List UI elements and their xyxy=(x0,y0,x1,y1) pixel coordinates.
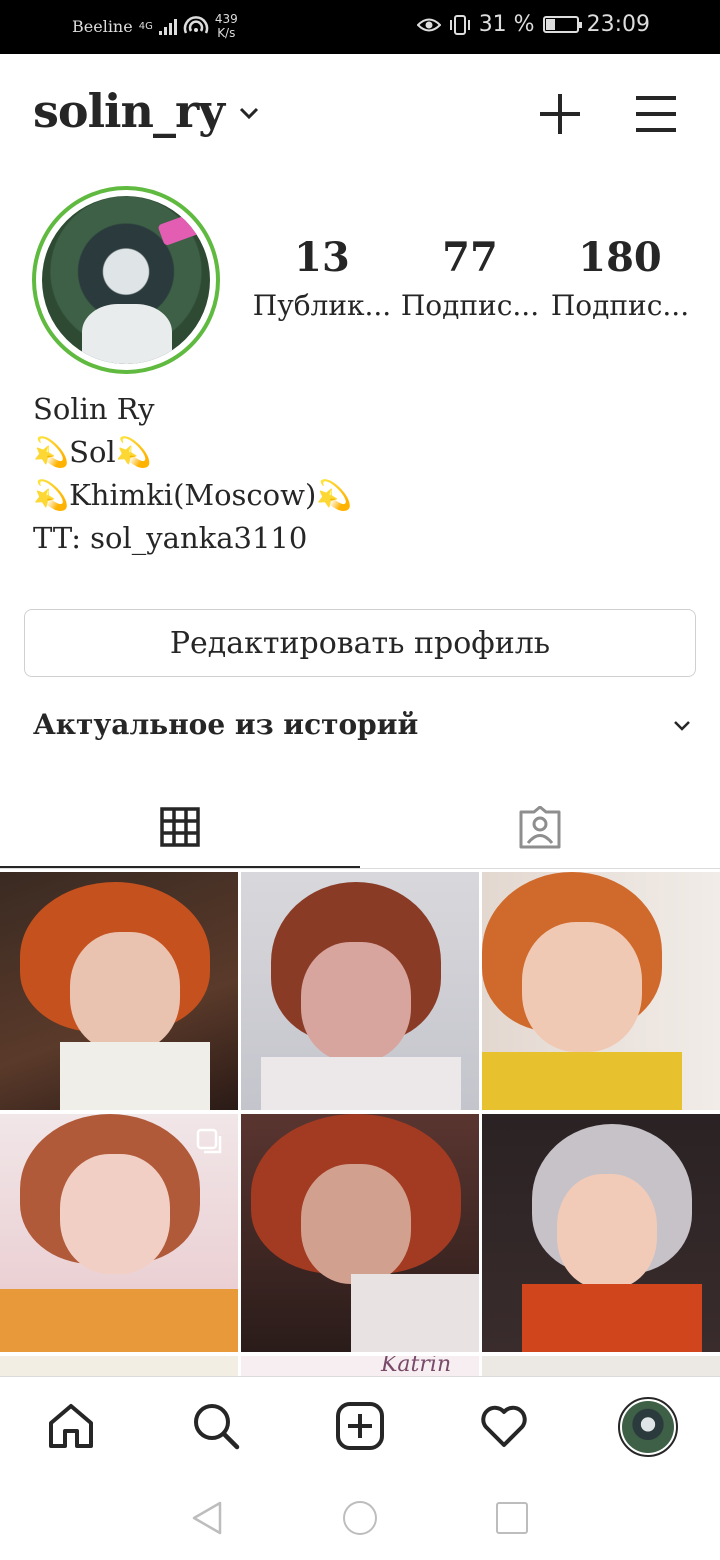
new-post-plus-icon[interactable] xyxy=(538,92,582,136)
battery-level-fill xyxy=(545,19,555,30)
menu-hamburger-icon[interactable] xyxy=(634,94,678,134)
post-collar xyxy=(522,1284,702,1352)
post-thumbnail[interactable] xyxy=(482,1356,720,1376)
status-left: Beeline 4G 439 K/s xyxy=(72,12,238,40)
network-type: 4G xyxy=(138,20,153,32)
profile-tab-avatar[interactable] xyxy=(618,1397,678,1457)
avatar-bow xyxy=(157,211,203,247)
post-collar xyxy=(351,1274,479,1352)
bio-line: 💫Sol💫 xyxy=(33,435,152,469)
post-face xyxy=(301,942,411,1062)
vibrate-icon xyxy=(449,14,470,35)
display-name: Solin Ry xyxy=(33,392,155,426)
post-face xyxy=(522,922,642,1052)
posts-grid: Katrin xyxy=(0,872,720,1376)
edit-profile-button[interactable]: Редактировать профиль xyxy=(24,609,696,677)
profile-header: solin_ry xyxy=(0,54,720,172)
post-face xyxy=(301,1164,411,1284)
post-thumbnail[interactable]: Katrin xyxy=(241,1356,479,1376)
back-triangle-icon[interactable] xyxy=(190,1500,224,1536)
tab-tagged[interactable] xyxy=(360,788,720,868)
avatar-hood xyxy=(82,304,172,364)
posts-count[interactable]: 13 Публик... xyxy=(252,232,392,328)
speed-value: 439 xyxy=(214,12,238,26)
story-highlights-toggle[interactable]: Актуальное из историй xyxy=(33,708,693,752)
highlights-title: Актуальное из историй xyxy=(33,708,419,741)
carrier-name: Beeline xyxy=(72,16,133,36)
network-speed: 439 K/s xyxy=(215,12,238,40)
signal-icon xyxy=(158,17,177,35)
eye-icon xyxy=(416,18,441,31)
post-thumbnail[interactable] xyxy=(0,1114,238,1352)
username-switcher[interactable]: solin_ry xyxy=(33,84,225,138)
tab-posts-grid[interactable] xyxy=(0,788,360,868)
wifi-hotspot-icon xyxy=(183,16,209,34)
bio-line: TT: sol_yanka3110 xyxy=(33,521,308,555)
avatar xyxy=(42,196,210,364)
followers-count[interactable]: 77 Подпис... xyxy=(400,232,540,328)
post-thumbnail[interactable] xyxy=(482,1114,720,1352)
grid-icon xyxy=(160,807,200,847)
bio-line: 💫Khimki(Moscow)💫 xyxy=(33,478,353,512)
status-bar: Beeline 4G 439 K/s 31 % 23:09 xyxy=(0,0,720,54)
posts-label: Публик... xyxy=(252,289,392,322)
battery-percent: 31 % xyxy=(478,12,535,37)
status-right: 31 % 23:09 xyxy=(416,12,650,37)
post-thumbnail[interactable] xyxy=(0,872,238,1110)
recent-apps-square-icon[interactable] xyxy=(496,1502,528,1534)
post-collar xyxy=(261,1057,461,1110)
system-navigation-bar xyxy=(0,1474,720,1560)
profile-bio: Solin Ry 💫Sol💫 💫Khimki(Moscow)💫 TT: sol_… xyxy=(33,388,352,560)
posts-number: 13 xyxy=(294,234,350,281)
following-label: Подпис... xyxy=(550,289,690,322)
post-thumbnail[interactable] xyxy=(0,1356,238,1376)
avatar xyxy=(622,1401,674,1453)
following-count[interactable]: 180 Подпис... xyxy=(550,232,690,328)
speed-unit: K/s xyxy=(217,26,236,40)
clock: 23:09 xyxy=(586,12,650,37)
home-circle-icon[interactable] xyxy=(343,1501,377,1535)
tagged-person-icon xyxy=(519,806,561,849)
post-thumbnail[interactable] xyxy=(241,872,479,1110)
followers-number: 77 xyxy=(442,234,498,281)
following-number: 180 xyxy=(578,234,662,281)
post-face xyxy=(557,1174,657,1289)
tab-divider xyxy=(0,868,720,869)
home-icon[interactable] xyxy=(46,1401,96,1451)
chevron-down-icon xyxy=(674,721,690,731)
post-collar xyxy=(60,1042,210,1110)
post-face xyxy=(70,932,180,1052)
battery-icon xyxy=(542,16,582,33)
followers-label: Подпис... xyxy=(400,289,540,322)
post-collar xyxy=(482,1052,682,1110)
heart-icon[interactable] xyxy=(479,1401,529,1451)
multiple-photos-icon xyxy=(196,1128,222,1154)
new-post-icon[interactable] xyxy=(335,1401,385,1451)
bottom-navigation xyxy=(0,1376,720,1474)
post-thumbnail[interactable] xyxy=(241,1114,479,1352)
post-collar xyxy=(0,1289,238,1352)
post-face xyxy=(60,1154,170,1274)
chevron-down-icon[interactable] xyxy=(236,100,262,126)
post-thumbnail[interactable] xyxy=(482,872,720,1110)
search-icon[interactable] xyxy=(191,1401,241,1451)
profile-avatar-story-ring[interactable] xyxy=(32,186,220,374)
post-caption-text: Katrin xyxy=(381,1356,452,1376)
